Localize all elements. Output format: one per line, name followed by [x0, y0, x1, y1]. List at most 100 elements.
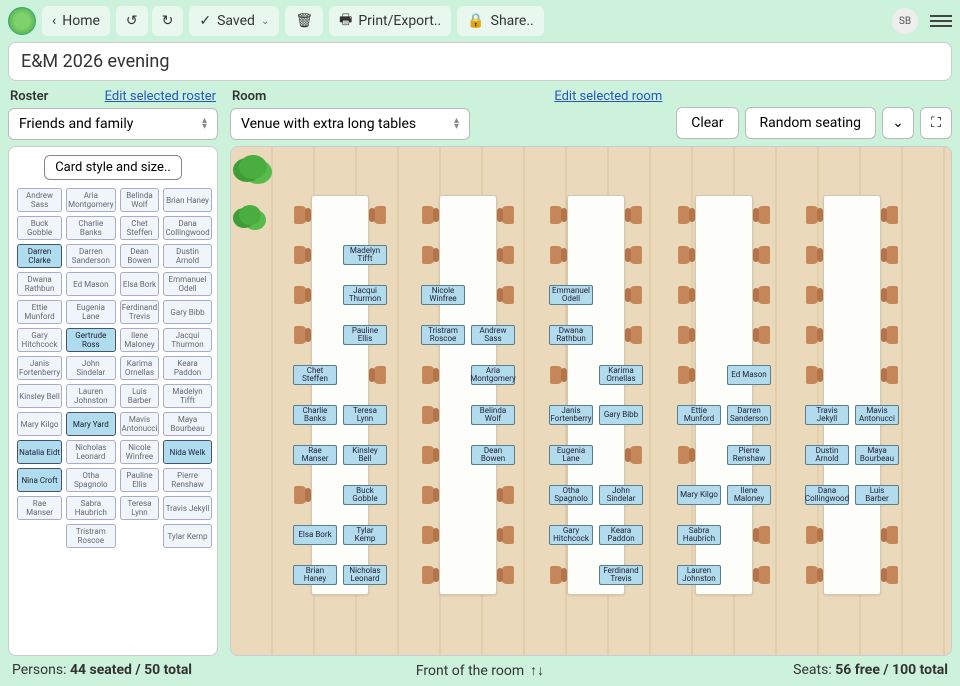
seat[interactable]: [502, 486, 514, 504]
roster-person[interactable]: Darren Clarke: [17, 244, 62, 268]
random-seating-button[interactable]: Random seating: [745, 107, 876, 139]
seated-card[interactable]: Mavis Antonucci: [855, 405, 899, 425]
seat[interactable]: [502, 526, 514, 544]
seated-card[interactable]: Ed Mason: [727, 365, 771, 385]
roster-person[interactable]: Ilene Maloney: [120, 328, 160, 352]
seated-card[interactable]: Lauren Johnston: [677, 565, 721, 585]
seat[interactable]: [758, 526, 770, 544]
seat[interactable]: [294, 486, 306, 504]
roster-person[interactable]: Darren Sanderson: [66, 244, 115, 268]
seat[interactable]: [886, 326, 898, 344]
roster-person[interactable]: Gertrude Ross: [66, 328, 115, 352]
seat[interactable]: [806, 366, 818, 384]
seated-card[interactable]: Pauline Ellis: [343, 325, 387, 345]
roster-person[interactable]: Nida Welk: [163, 440, 211, 464]
roster-person[interactable]: Janis Fortenberry: [17, 356, 62, 380]
seated-card[interactable]: Ferdinand Trevis: [599, 565, 643, 585]
seated-card[interactable]: Tylar Kemp: [343, 525, 387, 545]
roster-person[interactable]: Pauline Ellis: [120, 468, 160, 492]
seated-card[interactable]: Chet Steffen: [293, 365, 337, 385]
edit-roster-link[interactable]: Edit selected roster: [105, 89, 216, 104]
seated-card[interactable]: John Sindelar: [599, 485, 643, 505]
seated-card[interactable]: Janis Fortenberry: [549, 405, 593, 425]
roster-person[interactable]: Eugenia Lane: [66, 300, 115, 324]
seat[interactable]: [550, 246, 562, 264]
roster-person[interactable]: Andrew Sass: [17, 188, 62, 212]
roster-person[interactable]: Dustin Arnold: [163, 244, 211, 268]
roster-person[interactable]: Lauren Johnston: [66, 384, 115, 408]
seat[interactable]: [422, 566, 434, 584]
roster-person[interactable]: Teresa Lynn: [120, 496, 160, 520]
roster-person[interactable]: Dwana Rathbun: [17, 272, 62, 296]
roster-person[interactable]: Charlie Banks: [66, 216, 115, 240]
roster-person[interactable]: Rae Manser: [17, 496, 62, 520]
seated-card[interactable]: Nicole Winfree: [421, 285, 465, 305]
roster-person[interactable]: Travis Jekyll: [163, 496, 211, 520]
table[interactable]: [439, 195, 497, 595]
seat[interactable]: [374, 206, 386, 224]
seat[interactable]: [678, 246, 690, 264]
seat[interactable]: [422, 366, 434, 384]
seated-card[interactable]: Sabra Haubrich: [677, 525, 721, 545]
seat[interactable]: [806, 526, 818, 544]
card-style-button[interactable]: Card style and size..: [44, 155, 182, 180]
table[interactable]: [823, 195, 881, 595]
saved-button[interactable]: ✓Saved⌄: [189, 6, 279, 36]
redo-button[interactable]: ↻: [152, 6, 184, 36]
seat[interactable]: [502, 206, 514, 224]
random-seating-more-button[interactable]: ⌄: [882, 107, 914, 139]
seat[interactable]: [630, 206, 642, 224]
roster-person[interactable]: Nicholas Leonard: [66, 440, 115, 464]
roster-person[interactable]: Gary Bibb: [163, 300, 211, 324]
clear-button[interactable]: Clear: [676, 107, 738, 139]
seat[interactable]: [422, 446, 434, 464]
print-button[interactable]: 🖶Print/Export..: [329, 6, 451, 36]
seated-card[interactable]: Teresa Lynn: [343, 405, 387, 425]
roster-person[interactable]: Mary Kilgo: [17, 412, 62, 436]
seated-card[interactable]: Luis Barber: [855, 485, 899, 505]
seat[interactable]: [374, 366, 386, 384]
seated-card[interactable]: Mary Kilgo: [677, 485, 721, 505]
document-title[interactable]: E&M 2026 evening: [8, 42, 952, 81]
seated-card[interactable]: Charlie Banks: [293, 405, 337, 425]
seat[interactable]: [758, 246, 770, 264]
seat[interactable]: [806, 286, 818, 304]
seated-card[interactable]: Dana Collingwood: [805, 485, 849, 505]
roster-person[interactable]: Dean Bowen: [120, 244, 160, 268]
roster-person[interactable]: Elsa Bork: [120, 272, 160, 296]
seated-card[interactable]: Elsa Bork: [293, 525, 337, 545]
seated-card[interactable]: Tristram Roscoe: [421, 325, 465, 345]
roster-person[interactable]: Maya Bourbeau: [163, 412, 211, 436]
seated-card[interactable]: Pierre Renshaw: [727, 445, 771, 465]
seat[interactable]: [550, 206, 562, 224]
seated-card[interactable]: Emmanuel Odell: [549, 285, 593, 305]
seat[interactable]: [678, 366, 690, 384]
seat[interactable]: [886, 206, 898, 224]
delete-button[interactable]: 🗑: [285, 6, 323, 36]
seat[interactable]: [550, 366, 562, 384]
seat[interactable]: [422, 526, 434, 544]
roster-person[interactable]: Aria Montgomery: [66, 188, 115, 212]
roster-person[interactable]: Gary Hitchcock: [17, 328, 62, 352]
seated-card[interactable]: Gary Hitchcock: [549, 525, 593, 545]
seated-card[interactable]: Dean Bowen: [471, 445, 515, 465]
seat[interactable]: [886, 526, 898, 544]
seat[interactable]: [630, 246, 642, 264]
roster-person[interactable]: John Sindelar: [66, 356, 115, 380]
roster-person[interactable]: Keara Paddon: [163, 356, 211, 380]
seat[interactable]: [294, 286, 306, 304]
undo-button[interactable]: ↺: [116, 6, 148, 36]
seat[interactable]: [422, 246, 434, 264]
seat[interactable]: [758, 326, 770, 344]
seat[interactable]: [758, 206, 770, 224]
seat[interactable]: [678, 326, 690, 344]
roster-person[interactable]: Ed Mason: [66, 272, 115, 296]
seat[interactable]: [678, 286, 690, 304]
seat[interactable]: [294, 326, 306, 344]
seat[interactable]: [886, 566, 898, 584]
seat[interactable]: [422, 486, 434, 504]
seat[interactable]: [502, 246, 514, 264]
seat[interactable]: [758, 566, 770, 584]
roster-person[interactable]: Belinda Wolf: [120, 188, 160, 212]
seated-card[interactable]: Belinda Wolf: [471, 405, 515, 425]
